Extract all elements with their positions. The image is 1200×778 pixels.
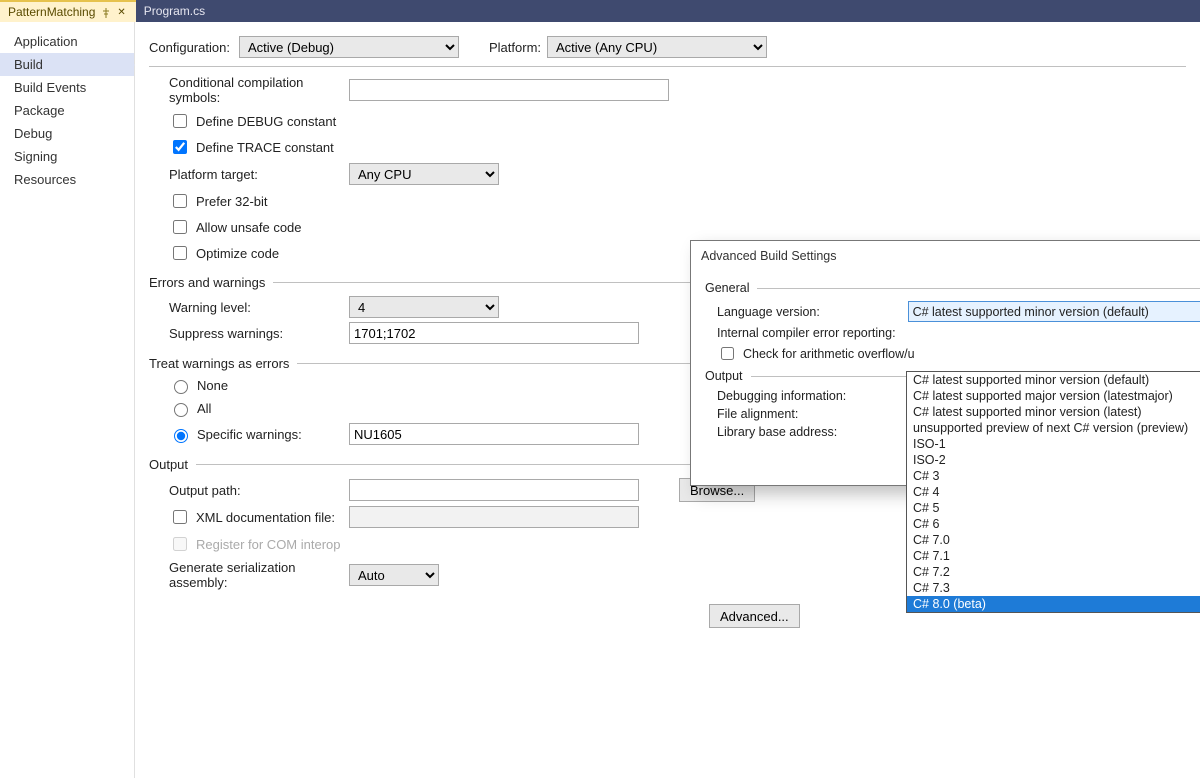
sidenav-build-events[interactable]: Build Events: [0, 76, 134, 99]
cond-sym-input[interactable]: [349, 79, 669, 101]
lang-option[interactable]: C# 3: [907, 468, 1200, 484]
configuration-select[interactable]: Active (Debug): [239, 36, 459, 58]
pin-icon[interactable]: [101, 7, 111, 17]
lang-option[interactable]: C# 7.0: [907, 532, 1200, 548]
lang-option[interactable]: unsupported preview of next C# version (…: [907, 420, 1200, 436]
treat-specific-radio[interactable]: Specific warnings:: [149, 426, 349, 443]
advanced-build-dialog: Advanced Build Settings ? ✕ General Lang…: [690, 240, 1200, 486]
arith-overflow-checkbox[interactable]: Check for arithmetic overflow/u: [705, 344, 1200, 363]
lang-option[interactable]: C# 7.2: [907, 564, 1200, 580]
lang-option[interactable]: C# 5: [907, 500, 1200, 516]
platform-select[interactable]: Active (Any CPU): [547, 36, 767, 58]
advanced-button[interactable]: Advanced...: [709, 604, 800, 628]
sidenav-resources[interactable]: Resources: [0, 168, 134, 191]
suppress-warnings-label: Suppress warnings:: [149, 326, 349, 341]
cond-sym-label: Conditional compilation symbols:: [149, 75, 349, 105]
outpath-input[interactable]: [349, 479, 639, 501]
sidenav-build[interactable]: Build: [0, 53, 134, 76]
lang-option[interactable]: C# latest supported minor version (lates…: [907, 404, 1200, 420]
lang-option[interactable]: C# 8.0 (beta): [907, 596, 1200, 612]
lang-option[interactable]: C# 7.1: [907, 548, 1200, 564]
dialog-title-text: Advanced Build Settings: [701, 249, 837, 263]
sidenav-debug[interactable]: Debug: [0, 122, 134, 145]
dialog-title-bar[interactable]: Advanced Build Settings ? ✕: [691, 241, 1200, 271]
filealign-label: File alignment:: [717, 407, 909, 421]
internal-error-label: Internal compiler error reporting:: [717, 326, 909, 340]
gensa-label: Generate serialization assembly:: [149, 560, 349, 590]
tab-program[interactable]: Program.cs: [136, 0, 215, 22]
lang-option[interactable]: C# 4: [907, 484, 1200, 500]
sidenav-signing[interactable]: Signing: [0, 145, 134, 168]
tab-label: Program.cs: [144, 4, 205, 18]
build-page-content: Configuration: Active (Debug) Platform: …: [135, 22, 1200, 778]
dialog-general-heading: General: [705, 281, 1200, 295]
platform-target-select[interactable]: Any CPU: [349, 163, 499, 185]
lang-option[interactable]: C# latest supported minor version (defau…: [907, 372, 1200, 388]
platform-label: Platform:: [489, 40, 541, 55]
lang-version-dropdown[interactable]: C# latest supported minor version (defau…: [906, 371, 1200, 613]
lang-option[interactable]: C# 6: [907, 516, 1200, 532]
configuration-label: Configuration:: [149, 40, 239, 55]
outpath-label: Output path:: [149, 483, 349, 498]
debuginfo-label: Debugging information:: [717, 389, 909, 403]
warning-level-select[interactable]: 4: [349, 296, 499, 318]
close-icon[interactable]: ✕: [117, 7, 125, 18]
gensa-select[interactable]: Auto: [349, 564, 439, 586]
lang-option[interactable]: C# latest supported major version (lates…: [907, 388, 1200, 404]
lang-option[interactable]: ISO-2: [907, 452, 1200, 468]
lang-option[interactable]: ISO-1: [907, 436, 1200, 452]
platform-target-label: Platform target:: [149, 167, 349, 182]
document-tab-bar: PatternMatching ✕ Program.cs: [0, 0, 1200, 22]
specific-warnings-input[interactable]: [349, 423, 639, 445]
xml-doc-checkbox[interactable]: XML documentation file:: [149, 507, 349, 527]
unsafe-checkbox[interactable]: Allow unsafe code: [149, 217, 1186, 237]
tab-patternmatching[interactable]: PatternMatching ✕: [0, 0, 136, 22]
trace-const-checkbox[interactable]: Define TRACE constant: [149, 137, 1186, 157]
sidenav-application[interactable]: Application: [0, 30, 134, 53]
lang-version-label: Language version:: [717, 305, 908, 319]
prefer32-checkbox[interactable]: Prefer 32-bit: [149, 191, 1186, 211]
suppress-warnings-input[interactable]: [349, 322, 639, 344]
lang-option[interactable]: C# 7.3: [907, 580, 1200, 596]
tab-label: PatternMatching: [8, 5, 95, 19]
properties-side-nav: Application Build Build Events Package D…: [0, 22, 135, 778]
libbase-label: Library base address:: [717, 425, 909, 439]
xml-doc-input: [349, 506, 639, 528]
warning-level-label: Warning level:: [149, 300, 349, 315]
sidenav-package[interactable]: Package: [0, 99, 134, 122]
debug-const-checkbox[interactable]: Define DEBUG constant: [149, 111, 1186, 131]
lang-version-value: C# latest supported minor version (defau…: [913, 305, 1149, 319]
lang-version-combo[interactable]: C# latest supported minor version (defau…: [908, 301, 1200, 322]
